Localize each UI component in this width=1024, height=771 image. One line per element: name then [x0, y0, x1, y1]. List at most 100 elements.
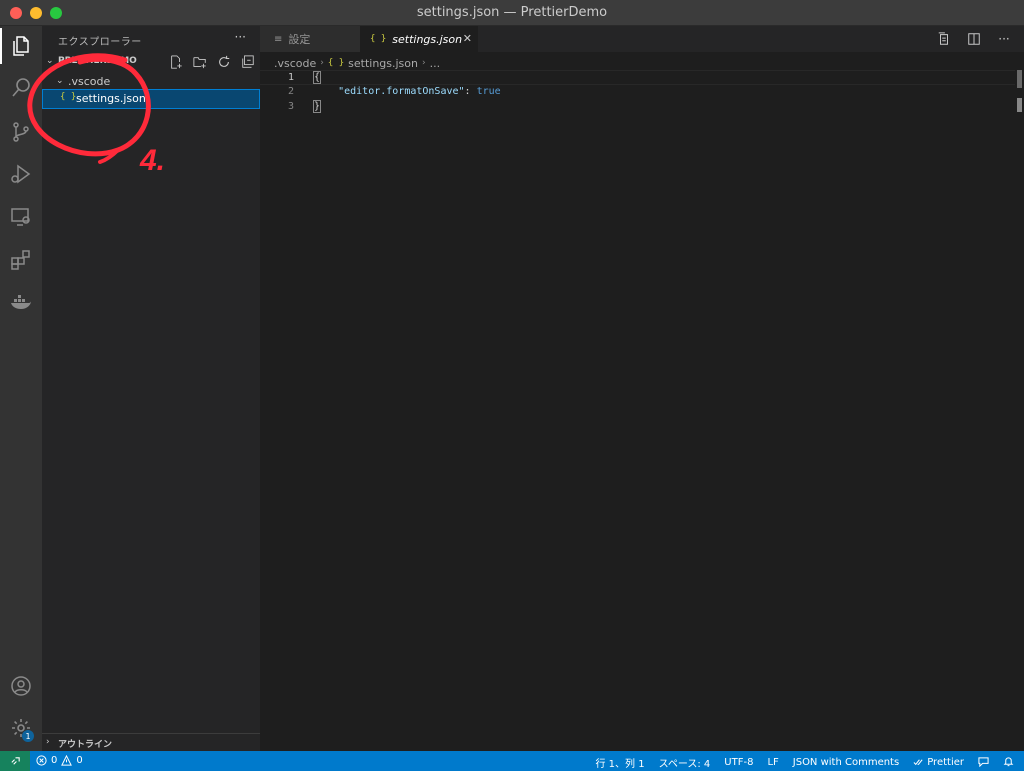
code-line[interactable]: 2 "editor.formatOnSave": true [260, 85, 1015, 100]
source-control-icon [13, 122, 29, 142]
open-brace: { [312, 71, 322, 84]
new-file-button[interactable] [168, 54, 184, 70]
chevron-right-icon: › [320, 58, 324, 68]
notifications-button[interactable] [1003, 756, 1014, 770]
line-number: 3 [287, 101, 294, 112]
language-mode[interactable]: JSON with Comments [793, 757, 899, 768]
collapse-all-icon [242, 55, 254, 68]
new-folder-button[interactable] [192, 54, 208, 70]
line-number: 1 [287, 72, 294, 83]
scrollbar-cursor-marker [1017, 70, 1022, 88]
title-bar: settings.json — PrettierDemo [0, 0, 1024, 26]
breadcrumb-file[interactable]: settings.json [348, 57, 418, 70]
breadcrumb-folder[interactable]: .vscode [274, 57, 316, 70]
new-file-icon [171, 55, 182, 69]
notification-badge: 1 [22, 730, 34, 742]
remote-explorer-icon [11, 208, 30, 226]
code-line[interactable]: 3 } [260, 100, 1015, 115]
activity-explorer[interactable] [0, 26, 42, 66]
encoding[interactable]: UTF-8 [724, 757, 753, 768]
workspace-folder-name: PRETTIERDEMO [58, 56, 137, 66]
tree-item-settings-json[interactable]: { } settings.json [42, 89, 260, 109]
scrollbar-thumb[interactable] [1017, 98, 1022, 112]
outline-section-header[interactable]: › アウトライン [42, 733, 260, 751]
indentation[interactable]: スペース: 4 [659, 755, 711, 770]
activity-run-debug[interactable] [0, 154, 42, 194]
code-editor[interactable]: 1 { 2 "editor.formatOnSave": true 3 } [260, 70, 1024, 751]
editor-scrollbar[interactable] [1015, 70, 1024, 751]
workspace-folder-header[interactable]: ⌄ PRETTIERDEMO [42, 52, 260, 72]
close-tab-button[interactable]: ✕ [463, 32, 472, 45]
end-of-line[interactable]: LF [767, 757, 778, 768]
outline-label: アウトライン [58, 740, 113, 750]
warning-icon [61, 755, 73, 766]
activity-extensions[interactable] [0, 240, 42, 280]
json-file-icon: { } [327, 58, 345, 68]
settings-editor-icon: ≡ [274, 33, 283, 45]
breadcrumb: .vscode › { } settings.json › ... [274, 55, 440, 71]
error-count: 0 [51, 755, 58, 766]
json-colon: : [464, 86, 477, 97]
explorer-sidebar: エクスプローラー ··· ⌄ PRETTIERDEMO ⌄ .vscode { … [42, 26, 260, 751]
chevron-right-icon: › [46, 737, 50, 747]
chevron-right-icon: › [422, 58, 426, 68]
search-icon [12, 78, 30, 97]
remote-indicator[interactable] [0, 751, 30, 771]
editor-more-button[interactable]: ··· [996, 31, 1012, 47]
activity-source-control[interactable] [0, 112, 42, 152]
window-title: settings.json — PrettierDemo [416, 5, 608, 20]
activity-bar: 1 [0, 26, 42, 751]
activity-search[interactable] [0, 68, 42, 108]
files-icon [13, 36, 29, 56]
json-file-icon: { } [60, 92, 77, 102]
sidebar-header: エクスプローラー ··· [42, 26, 260, 52]
code-text: } [312, 100, 322, 113]
double-check-icon [913, 759, 923, 766]
activity-accounts[interactable] [0, 666, 42, 706]
collapse-all-button[interactable] [240, 54, 256, 70]
tree-item-label: .vscode [68, 75, 111, 88]
activity-remote-explorer[interactable] [0, 196, 42, 236]
sidebar-title: エクスプローラー [58, 37, 142, 48]
status-bar-right: 行 1、列 1 スペース: 4 UTF-8 LF JSON with Comme… [595, 755, 1014, 770]
feedback-icon [978, 756, 989, 767]
feedback-button[interactable] [978, 756, 989, 770]
split-editor-button[interactable] [966, 31, 982, 47]
activity-docker[interactable] [0, 282, 42, 322]
refresh-button[interactable] [216, 54, 232, 70]
prettier-status[interactable]: Prettier [913, 757, 964, 768]
extensions-icon [11, 250, 30, 270]
account-icon [11, 676, 31, 696]
warning-count: 0 [76, 755, 83, 766]
chevron-down-icon: ⌄ [46, 56, 54, 66]
json-value: true [476, 86, 501, 97]
docker-icon [11, 295, 31, 309]
new-folder-icon [193, 57, 206, 69]
open-settings-ui-button[interactable] [936, 31, 952, 47]
open-preview-icon [938, 32, 948, 45]
error-icon [36, 755, 47, 766]
code-line[interactable]: 1 { [260, 70, 1015, 85]
remote-icon [10, 756, 20, 765]
split-editor-icon [968, 33, 980, 45]
activity-manage[interactable]: 1 [0, 708, 42, 748]
tab-label: settings.json [392, 32, 463, 46]
folder-actions [168, 54, 256, 70]
editor-actions: ··· [936, 31, 1012, 47]
bell-icon [1003, 756, 1014, 766]
editor-tab-bar: ≡ 設定 { } settings.json ✕ ··· [260, 26, 1024, 52]
tab-label: 設定 [288, 33, 311, 46]
sidebar-more-button[interactable]: ··· [235, 30, 246, 44]
tab-settings-ui[interactable]: ≡ 設定 [260, 26, 360, 52]
json-key: "editor.formatOnSave" [338, 86, 465, 97]
cursor-position[interactable]: 行 1、列 1 [595, 755, 644, 770]
json-file-icon: { } [370, 34, 387, 44]
line-number: 2 [287, 86, 294, 97]
chevron-down-icon: ⌄ [56, 76, 64, 86]
problems-indicator[interactable]: 0 0 [36, 755, 83, 766]
refresh-icon [219, 55, 230, 67]
tab-settings-json[interactable]: { } settings.json ✕ [360, 26, 478, 52]
breadcrumb-symbols[interactable]: ... [430, 57, 441, 70]
run-debug-icon [11, 164, 31, 184]
